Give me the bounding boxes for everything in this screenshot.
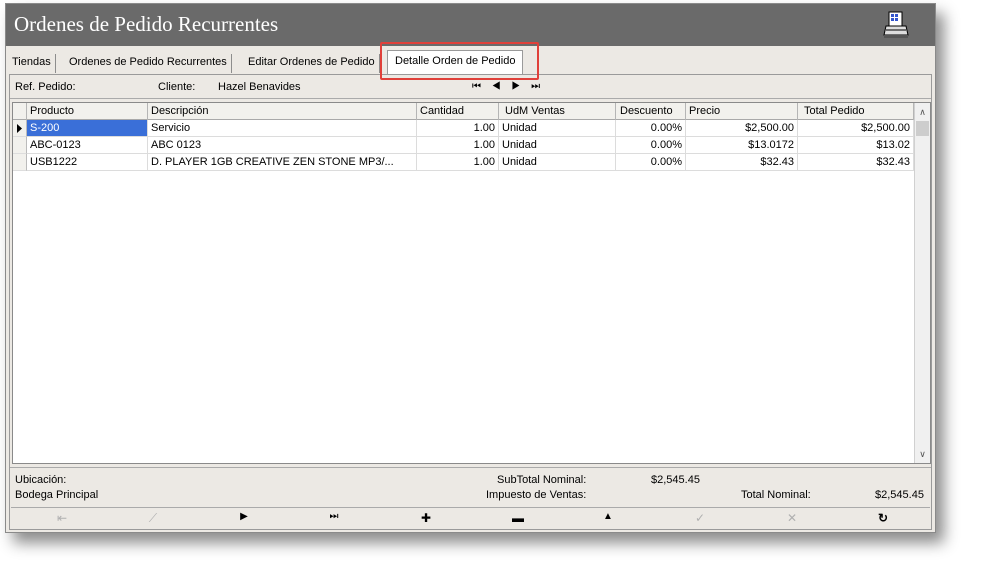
order-lines-grid: Producto Descripción Cantidad UdM Ventas… xyxy=(12,102,931,464)
title-bar: Ordenes de Pedido Recurrentes xyxy=(6,4,935,46)
cell-cantidad[interactable]: 1.00 xyxy=(417,120,499,137)
post-record-icon[interactable]: ✓ xyxy=(685,511,715,525)
col-descuento[interactable]: Descuento xyxy=(616,103,686,120)
ubicacion-value: Bodega Principal xyxy=(15,489,99,501)
main-window: Ordenes de Pedido Recurrentes Tiendas Or… xyxy=(5,3,936,533)
total-nominal-value: $2,545.45 xyxy=(875,489,924,501)
grid-header: Producto Descripción Cantidad UdM Ventas… xyxy=(13,103,930,120)
cell-udm[interactable]: Unidad xyxy=(499,120,616,137)
vertical-scrollbar[interactable]: ∧ ∨ xyxy=(914,103,930,463)
impuesto-label: Impuesto de Ventas: xyxy=(486,489,587,501)
cell-descripcion[interactable]: D. PLAYER 1GB CREATIVE ZEN STONE MP3/... xyxy=(148,154,417,171)
cell-udm[interactable]: Unidad xyxy=(499,137,616,154)
row-indicator xyxy=(13,154,27,171)
delete-record-icon[interactable]: ▬ xyxy=(503,511,533,525)
col-producto[interactable]: Producto xyxy=(27,103,148,120)
cell-cantidad[interactable]: 1.00 xyxy=(417,154,499,171)
table-row[interactable]: ABC-0123 ABC 0123 1.00 Unidad 0.00% $13.… xyxy=(13,137,914,154)
cell-total[interactable]: $32.43 xyxy=(798,154,914,171)
cliente-value: Hazel Benavides xyxy=(218,81,301,93)
tab-editar-ordenes[interactable]: Editar Ordenes de Pedido xyxy=(244,54,380,73)
order-header: Ref. Pedido: Cliente: Hazel Benavides ⏮ … xyxy=(10,75,931,99)
cliente-label: Cliente: xyxy=(158,81,196,93)
cell-descripcion[interactable]: ABC 0123 xyxy=(148,137,417,154)
subtotal-value: $2,545.45 xyxy=(651,474,700,486)
scroll-thumb[interactable] xyxy=(916,121,929,136)
cancel-record-icon[interactable]: ✕ xyxy=(777,511,807,525)
add-record-icon[interactable]: ✚ xyxy=(411,511,441,525)
tab-ordenes-recurrentes[interactable]: Ordenes de Pedido Recurrentes xyxy=(65,54,232,73)
tab-detalle-orden[interactable]: Detalle Orden de Pedido xyxy=(387,50,524,74)
scroll-up-icon[interactable]: ∧ xyxy=(915,104,930,120)
last-record-icon[interactable]: ⏭ xyxy=(319,511,349,522)
cell-precio[interactable]: $2,500.00 xyxy=(686,120,798,137)
cell-descuento[interactable]: 0.00% xyxy=(616,137,686,154)
col-udm[interactable]: UdM Ventas xyxy=(499,103,616,120)
refresh-icon[interactable]: ↻ xyxy=(868,511,898,525)
first-record-icon[interactable]: ⇤ xyxy=(47,511,77,525)
tab-tiendas[interactable]: Tiendas xyxy=(8,54,56,73)
subtotal-label: SubTotal Nominal: xyxy=(497,474,587,486)
cell-producto[interactable]: ABC-0123 xyxy=(27,137,148,154)
record-nav-icons[interactable]: ⏮ ◀ ▶ ⏭ xyxy=(472,81,544,92)
cell-cantidad[interactable]: 1.00 xyxy=(417,137,499,154)
cell-precio[interactable]: $13.0172 xyxy=(686,137,798,154)
total-nominal-label: Total Nominal: xyxy=(741,489,811,501)
col-descripcion[interactable]: Descripción xyxy=(148,103,417,120)
cell-descuento[interactable]: 0.00% xyxy=(616,154,686,171)
edit-record-icon[interactable]: ▲ xyxy=(593,511,623,522)
cell-total[interactable]: $2,500.00 xyxy=(798,120,914,137)
col-cantidad[interactable]: Cantidad xyxy=(417,103,499,120)
scroll-down-icon[interactable]: ∨ xyxy=(915,446,930,462)
col-precio[interactable]: Precio xyxy=(686,103,798,120)
cell-producto[interactable]: S-200 xyxy=(27,120,148,137)
next-record-icon[interactable]: ▶ xyxy=(229,511,259,522)
tab-strip: Tiendas Ordenes de Pedido Recurrentes Ed… xyxy=(8,50,928,74)
cell-producto[interactable]: USB1222 xyxy=(27,154,148,171)
window-title: Ordenes de Pedido Recurrentes xyxy=(14,12,279,36)
cell-precio[interactable]: $32.43 xyxy=(686,154,798,171)
table-row[interactable]: USB1222 D. PLAYER 1GB CREATIVE ZEN STONE… xyxy=(13,154,914,171)
totals-footer: Ubicación: Bodega Principal SubTotal Nom… xyxy=(10,467,931,505)
cell-descuento[interactable]: 0.00% xyxy=(616,120,686,137)
printer-icon[interactable] xyxy=(883,11,909,39)
cell-descripcion[interactable]: Servicio xyxy=(148,120,417,137)
indicator-header xyxy=(13,103,27,120)
cell-udm[interactable]: Unidad xyxy=(499,154,616,171)
row-indicator-icon xyxy=(13,120,27,137)
prev-record-icon[interactable]: ⟋ xyxy=(138,511,168,526)
col-total[interactable]: Total Pedido xyxy=(798,103,914,120)
detail-panel: Ref. Pedido: Cliente: Hazel Benavides ⏮ … xyxy=(9,74,932,530)
ref-pedido-label: Ref. Pedido: xyxy=(15,81,76,93)
ubicacion-label: Ubicación: xyxy=(15,474,67,486)
cell-total[interactable]: $13.02 xyxy=(798,137,914,154)
row-indicator xyxy=(13,137,27,154)
table-row[interactable]: S-200 Servicio 1.00 Unidad 0.00% $2,500.… xyxy=(13,120,914,137)
record-toolbar: ⇤ ⟋ ▶ ⏭ ✚ ▬ ▲ ✓ ✕ ↻ xyxy=(11,507,930,528)
